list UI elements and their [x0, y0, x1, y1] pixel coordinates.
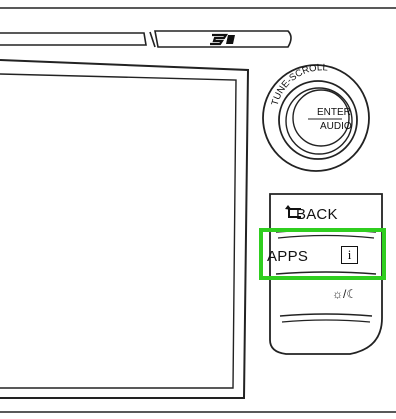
apps-highlight-box: [259, 228, 386, 280]
brightness-button[interactable]: ☼/☾: [332, 287, 357, 301]
enter-label: ENTER: [317, 107, 351, 118]
tune-scroll-label: TUNE-SCROLL: [270, 62, 329, 107]
head-unit-panel: TUNE-SCROLL ENTER AUDIO BACK APPS i ☼/☾: [0, 0, 396, 419]
audio-label: AUDIO: [320, 121, 352, 132]
back-button[interactable]: BACK: [296, 206, 338, 223]
svg-text:TUNE-SCROLL: TUNE-SCROLL: [270, 62, 329, 107]
